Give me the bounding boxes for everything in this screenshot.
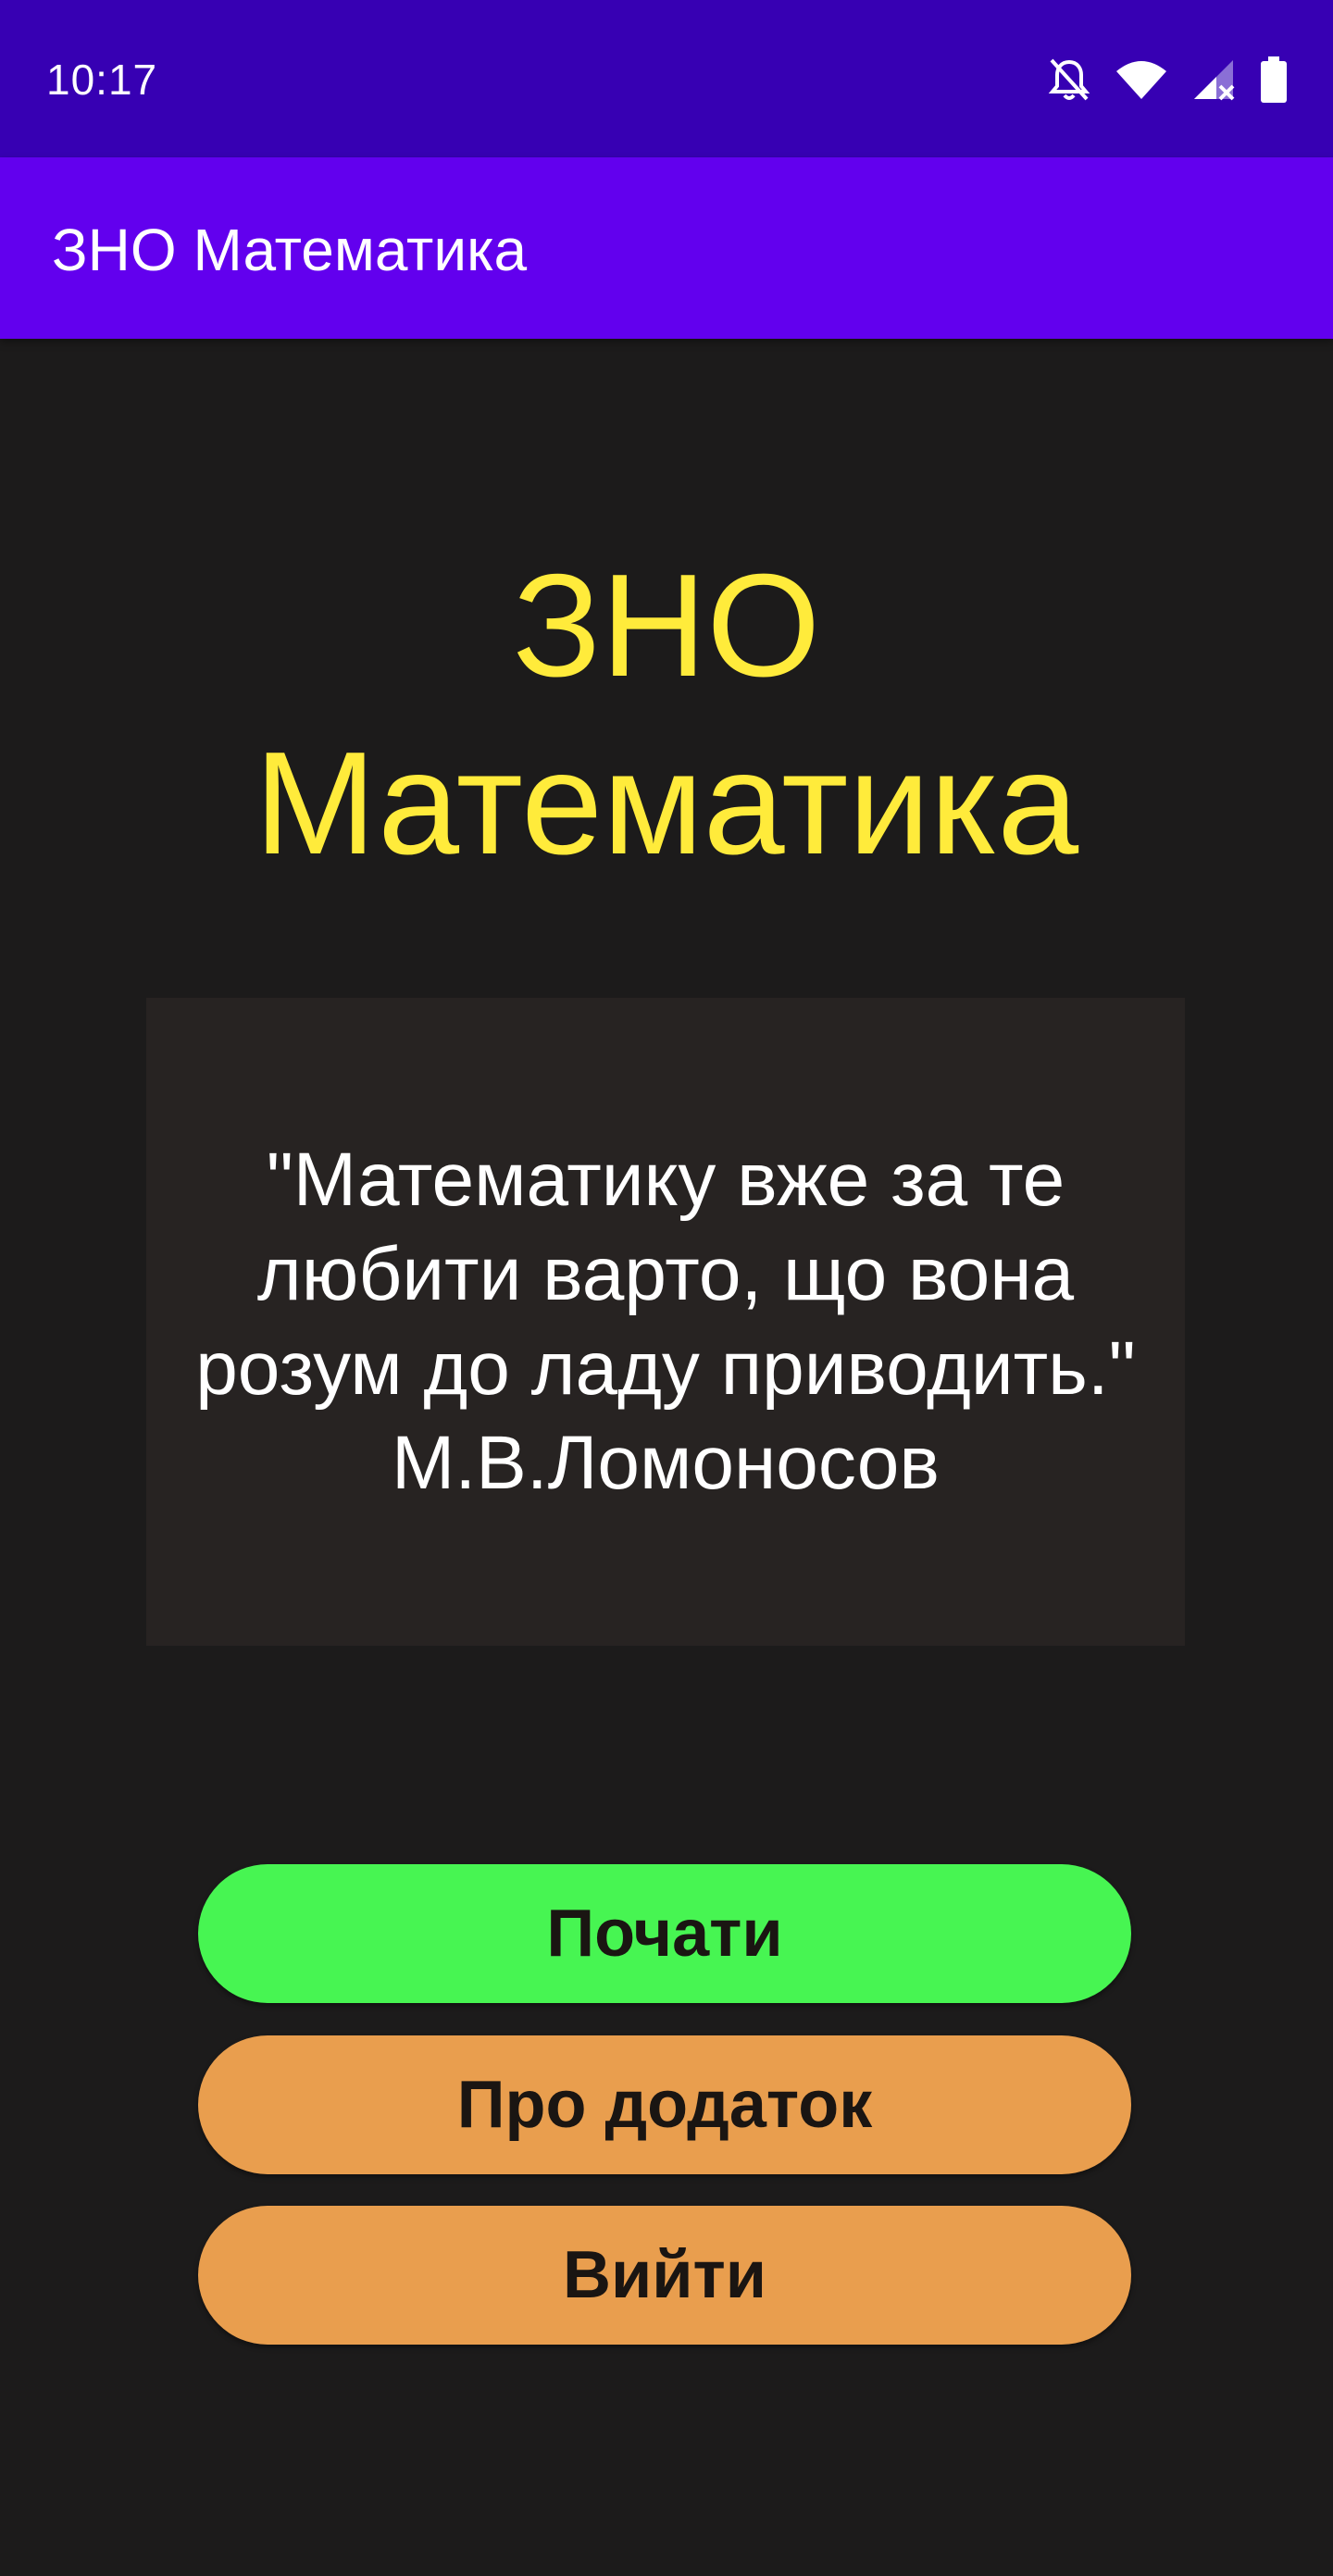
app-bar-title: ЗНО Математика [52,217,528,283]
battery-icon [1261,56,1287,103]
hero-title-line2: Математика [254,722,1079,885]
quote-card: "Математику вже за те любити варто, що в… [146,998,1185,1646]
exit-button[interactable]: Вийти [198,2206,1131,2345]
status-time: 10:17 [46,56,158,104]
signal-no-service-icon [1192,58,1237,101]
status-bar: 10:17 [0,0,1333,157]
wifi-icon [1115,58,1168,101]
about-app-button[interactable]: Про додаток [198,2035,1131,2174]
status-icons [1048,54,1287,106]
start-button[interactable]: Почати [198,1864,1131,2003]
app-bar: ЗНО Математика [0,157,1333,339]
notifications-off-icon [1048,56,1090,103]
hero-title-line1: ЗНО [512,544,821,707]
hero-title: ЗНО Математика [0,537,1333,892]
quote-text: "Математику вже за те любити варто, що в… [195,1138,1136,1505]
